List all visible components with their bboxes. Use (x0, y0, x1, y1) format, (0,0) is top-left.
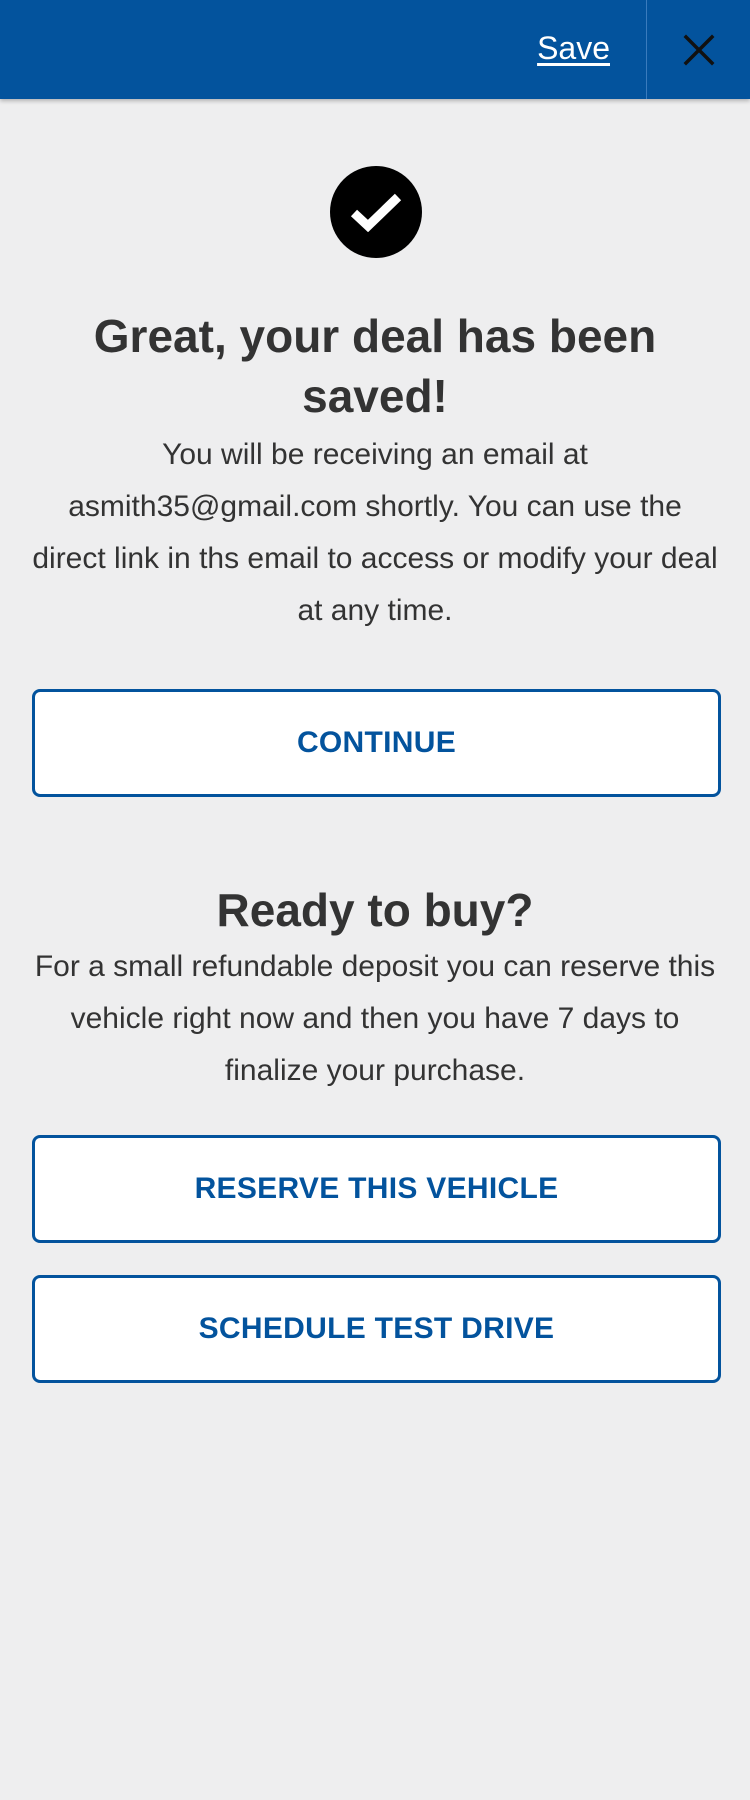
ready-to-buy-heading: Ready to buy? (216, 884, 534, 936)
ready-to-buy-message: For a small refundable deposit you can r… (34, 950, 716, 1087)
close-icon (683, 34, 714, 65)
top-bar: Save (0, 0, 750, 99)
check-circle-icon (330, 166, 422, 258)
checkmark-icon (350, 193, 402, 232)
save-link[interactable]: Save (537, 28, 610, 68)
continue-button[interactable]: CONTINUE (32, 689, 721, 797)
close-button[interactable] (647, 0, 750, 99)
reserve-vehicle-button[interactable]: RESERVE THIS VEHICLE (32, 1135, 721, 1243)
confirmation-title: Great, your deal has been saved! (93, 310, 657, 422)
schedule-test-drive-button[interactable]: SCHEDULE TEST DRIVE (32, 1275, 721, 1383)
confirmation-message: You will be receiving an email at asmith… (32, 438, 718, 627)
